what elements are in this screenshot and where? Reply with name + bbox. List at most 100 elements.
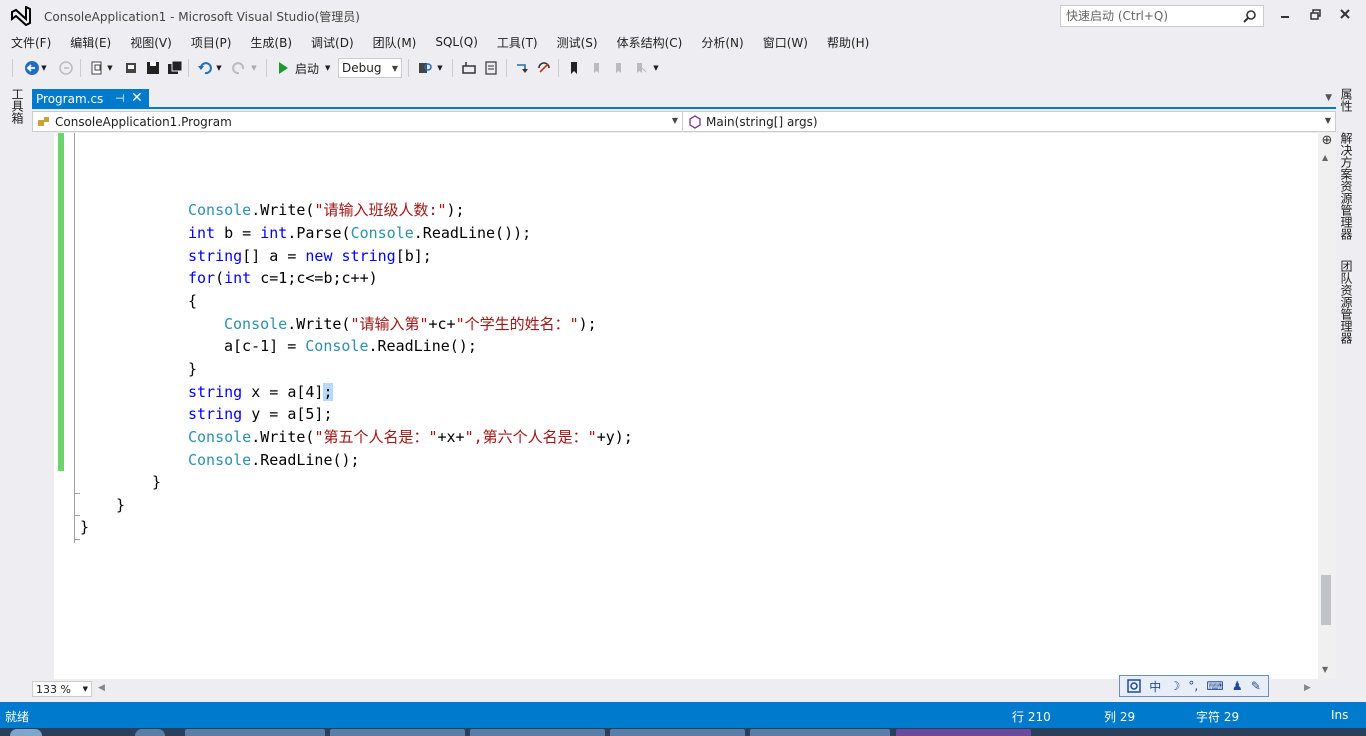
ime-settings-icon[interactable]: ✎ <box>1251 679 1261 693</box>
scroll-left-icon[interactable]: ◀ <box>98 683 105 693</box>
scrollbar-thumb[interactable] <box>1321 575 1331 625</box>
menu-help[interactable]: 帮助(H) <box>827 34 869 51</box>
zoom-select[interactable]: 133 % ▼ <box>32 681 92 697</box>
start-orb-icon[interactable] <box>10 729 42 736</box>
redo-button[interactable] <box>230 59 248 77</box>
find-in-files-icon <box>419 63 432 73</box>
taskbar-app[interactable] <box>610 729 745 736</box>
save-all-button[interactable] <box>166 59 184 77</box>
properties-tab[interactable]: 属性 <box>1338 88 1355 112</box>
code-line[interactable]: { <box>188 290 197 312</box>
code-line[interactable]: string[] a = new string[b]; <box>188 245 432 267</box>
types-dropdown[interactable]: ConsoleApplication1.Program ▼ <box>33 112 683 131</box>
ime-logo-icon[interactable] <box>1127 679 1141 693</box>
solution-explorer-button[interactable] <box>460 59 478 77</box>
back-button[interactable] <box>23 59 41 77</box>
split-window-icon[interactable]: ⊕ <box>1319 133 1335 149</box>
members-dropdown[interactable]: Main(string[] args) ▼ <box>684 112 1335 131</box>
undo-button[interactable] <box>196 59 214 77</box>
find-dropdown-icon[interactable]: ▼ <box>436 59 444 77</box>
clear-bookmarks-button[interactable] <box>631 59 649 77</box>
pin-icon[interactable]: ⊣ <box>115 92 125 105</box>
team-explorer-tab[interactable]: 团队资源管理器 <box>1338 260 1355 344</box>
open-file-button[interactable] <box>122 59 140 77</box>
ime-chinese-mode[interactable]: 中 <box>1149 678 1161 695</box>
forward-button[interactable] <box>57 59 75 77</box>
code-line[interactable]: Console.Write("请输入班级人数:"); <box>188 199 465 221</box>
restore-button[interactable] <box>1303 4 1327 24</box>
properties-window-button[interactable] <box>482 59 500 77</box>
taskbar-app[interactable] <box>135 729 165 736</box>
next-bookmark-button[interactable] <box>609 59 627 77</box>
toolbox-tab[interactable]: 工具箱 <box>4 88 26 138</box>
solution-explorer-tab[interactable]: 解决方案资源管理器 <box>1338 132 1355 240</box>
menu-window[interactable]: 窗口(W) <box>763 34 808 51</box>
redo-dropdown-icon[interactable]: ▼ <box>250 59 258 77</box>
code-line[interactable]: Console.Write("请输入第"+c+"个学生的姓名："); <box>224 313 597 335</box>
code-line[interactable]: for(int c=1;c<=b;c++) <box>188 267 378 289</box>
ime-soft-keyboard-icon[interactable]: ⌨ <box>1206 679 1223 693</box>
taskbar-app[interactable] <box>330 729 465 736</box>
menu-team[interactable]: 团队(M) <box>373 34 417 51</box>
new-project-button[interactable] <box>88 59 106 77</box>
quick-launch-box[interactable] <box>1060 5 1264 27</box>
undo-dropdown-icon[interactable]: ▼ <box>215 59 223 77</box>
taskbar-app[interactable] <box>185 729 325 736</box>
outline-guide <box>74 518 75 539</box>
status-insert-mode: Ins <box>1331 708 1349 722</box>
scroll-down-icon[interactable]: ▼ <box>1322 665 1328 674</box>
code-line[interactable]: string y = a[5]; <box>188 403 333 425</box>
code-line[interactable]: Console.Write("第五个人名是："+x+",第六个人名是："+y); <box>188 426 633 448</box>
menu-test[interactable]: 测试(S) <box>557 34 598 51</box>
menu-tools[interactable]: 工具(T) <box>497 34 538 51</box>
menu-edit[interactable]: 编辑(E) <box>70 34 111 51</box>
menu-architecture[interactable]: 体系结构(C) <box>617 34 683 51</box>
code-line[interactable]: Console.ReadLine(); <box>188 449 360 471</box>
menu-build[interactable]: 生成(B) <box>250 34 292 51</box>
toggle-bookmark-button[interactable] <box>565 59 583 77</box>
close-button[interactable] <box>1333 4 1357 24</box>
new-dropdown-icon[interactable]: ▼ <box>106 59 114 77</box>
scroll-up-icon[interactable]: ▲ <box>1322 153 1328 162</box>
solution-configuration-select[interactable]: Debug ▼ <box>338 58 402 78</box>
back-dropdown-icon[interactable]: ▼ <box>40 59 48 77</box>
find-in-files-button[interactable] <box>416 59 434 77</box>
scroll-right-icon[interactable]: ▶ <box>1304 683 1311 693</box>
search-icon[interactable] <box>1243 9 1257 23</box>
save-button[interactable] <box>144 59 162 77</box>
ime-punctuation-icon[interactable]: °, <box>1188 679 1198 693</box>
code-line[interactable]: } <box>80 516 89 538</box>
menu-project[interactable]: 项目(P) <box>191 34 232 51</box>
taskbar-app-visual-studio[interactable] <box>896 729 1031 736</box>
menu-view[interactable]: 视图(V) <box>130 34 172 51</box>
taskbar-app[interactable] <box>470 729 605 736</box>
taskbar-app[interactable] <box>750 729 890 736</box>
menu-debug[interactable]: 调试(D) <box>311 34 354 51</box>
code-line[interactable]: } <box>152 471 161 493</box>
ime-user-icon[interactable]: ♟ <box>1232 679 1243 693</box>
minimize-button[interactable] <box>1273 4 1297 24</box>
menu-sql[interactable]: SQL(Q) <box>435 35 478 49</box>
code-editor[interactable]: Console.Write("请输入班级人数:"); int b = int.P… <box>32 133 1318 679</box>
indicator-margin[interactable] <box>32 133 54 679</box>
step-into-button[interactable] <box>513 59 531 77</box>
restore-icon <box>1309 8 1321 20</box>
previous-bookmark-button[interactable] <box>587 59 605 77</box>
step-over-button[interactable] <box>535 59 553 77</box>
ime-half-width-icon[interactable]: ☽ <box>1169 679 1180 693</box>
close-tab-icon[interactable]: ✕ <box>131 90 143 106</box>
code-line[interactable]: string x = a[4]; <box>188 381 333 403</box>
quick-launch-input[interactable] <box>1061 6 1237 26</box>
tab-overflow-icon[interactable]: ▼ <box>1325 93 1332 103</box>
start-debugging-button[interactable]: 启动 ▼ <box>276 59 330 77</box>
menu-analyze[interactable]: 分析(N) <box>701 34 743 51</box>
menu-file[interactable]: 文件(F) <box>11 34 51 51</box>
toolbar-overflow-icon[interactable]: ▼ <box>652 59 660 77</box>
vertical-scrollbar[interactable]: ⊕ ▲ ▼ <box>1318 133 1336 679</box>
code-line[interactable]: } <box>188 358 197 380</box>
code-line[interactable]: } <box>116 494 125 516</box>
start-dropdown-icon[interactable]: ▼ <box>325 64 330 72</box>
code-line[interactable]: a[c-1] = Console.ReadLine(); <box>224 335 477 357</box>
tab-program-cs[interactable]: Program.cs ⊣ ✕ <box>32 89 149 109</box>
code-line[interactable]: int b = int.Parse(Console.ReadLine()); <box>188 222 531 244</box>
